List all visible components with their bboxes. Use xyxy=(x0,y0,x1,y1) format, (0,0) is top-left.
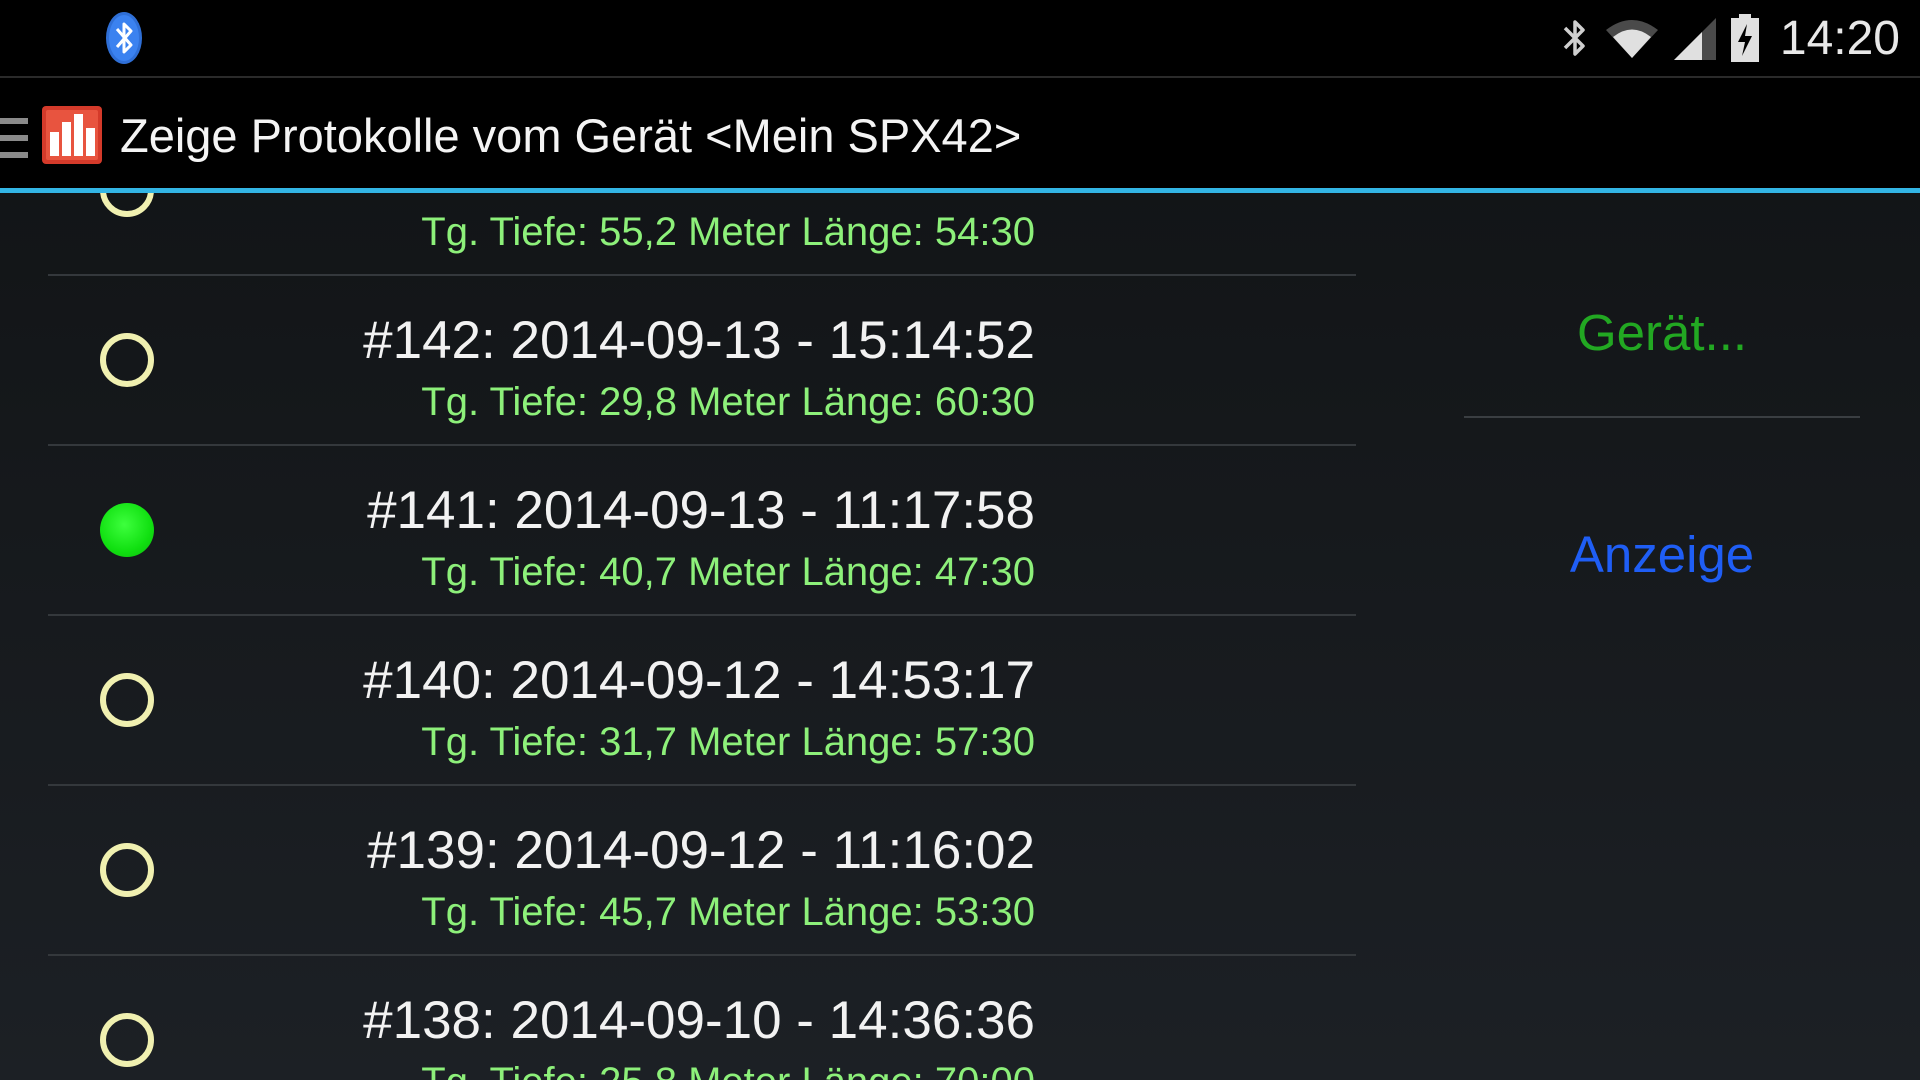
selection-indicator-icon[interactable] xyxy=(100,193,154,217)
list-item[interactable]: #139: 2014-09-12 - 11:16:02 Tg. Tiefe: 4… xyxy=(0,786,1360,956)
log-title: #139: 2014-09-12 - 11:16:02 xyxy=(367,821,1035,880)
list-item[interactable]: #140: 2014-09-12 - 14:53:17 Tg. Tiefe: 3… xyxy=(0,616,1360,786)
bluetooth-icon xyxy=(1563,20,1585,56)
log-summary: Tg. Tiefe: 31,7 Meter Länge: 57:30 xyxy=(421,720,1035,764)
screen: 14:20 Zeige Protokolle vom Gerät <Mein S… xyxy=(0,0,1920,1080)
right-pane-divider xyxy=(1464,416,1860,418)
log-summary: Tg. Tiefe: 45,7 Meter Länge: 53:30 xyxy=(421,890,1035,934)
list-item[interactable]: #141: 2014-09-13 - 11:17:58 Tg. Tiefe: 4… xyxy=(0,446,1360,616)
bar-chart-logo-icon[interactable] xyxy=(40,102,104,166)
log-summary: Tg. Tiefe: 25,8 Meter Länge: 70:00 xyxy=(421,1060,1035,1080)
log-summary: Tg. Tiefe: 40,7 Meter Länge: 47:30 xyxy=(421,550,1035,594)
drawer-menu-icon[interactable] xyxy=(0,116,30,160)
log-title: #138: 2014-09-10 - 14:36:36 xyxy=(363,991,1035,1050)
log-summary: Tg. Tiefe: 29,8 Meter Länge: 60:30 xyxy=(421,380,1035,424)
page-title: Zeige Protokolle vom Gerät <Mein SPX42> xyxy=(120,109,1022,162)
log-list[interactable]: Tg. Tiefe: 55,2 Meter Länge: 54:30 #142:… xyxy=(0,193,1360,1080)
signal-icon xyxy=(1673,18,1716,60)
log-summary: Tg. Tiefe: 55,2 Meter Länge: 54:30 xyxy=(421,210,1035,254)
selection-indicator-icon[interactable] xyxy=(100,673,154,727)
list-item[interactable]: Tg. Tiefe: 55,2 Meter Länge: 54:30 xyxy=(0,193,1360,276)
clock: 14:20 xyxy=(1779,11,1900,65)
log-title: #140: 2014-09-12 - 14:53:17 xyxy=(363,651,1035,710)
selection-indicator-icon[interactable] xyxy=(100,333,154,387)
selection-indicator-icon[interactable] xyxy=(100,503,154,557)
status-icons: 14:20 xyxy=(1558,0,1900,76)
log-list-content: Tg. Tiefe: 55,2 Meter Länge: 54:30 #142:… xyxy=(0,193,1360,1080)
log-title: #142: 2014-09-13 - 15:14:52 xyxy=(363,311,1035,370)
log-title: #141: 2014-09-13 - 11:17:58 xyxy=(367,481,1035,540)
wifi-icon xyxy=(1605,20,1658,58)
action-bar: Zeige Protokolle vom Gerät <Mein SPX42> xyxy=(0,78,1920,188)
list-item[interactable]: #142: 2014-09-13 - 15:14:52 Tg. Tiefe: 2… xyxy=(0,276,1360,446)
selection-indicator-icon[interactable] xyxy=(100,843,154,897)
list-item[interactable]: #138: 2014-09-10 - 14:36:36 Tg. Tiefe: 2… xyxy=(0,956,1360,1080)
battery-charging-icon xyxy=(1730,14,1759,62)
status-bar: 14:20 xyxy=(0,0,1920,76)
selection-indicator-icon[interactable] xyxy=(100,1013,154,1067)
display-button[interactable]: Anzeige xyxy=(1464,490,1860,620)
bluetooth-app-icon xyxy=(106,12,142,64)
device-button[interactable]: Gerät... xyxy=(1464,275,1860,415)
